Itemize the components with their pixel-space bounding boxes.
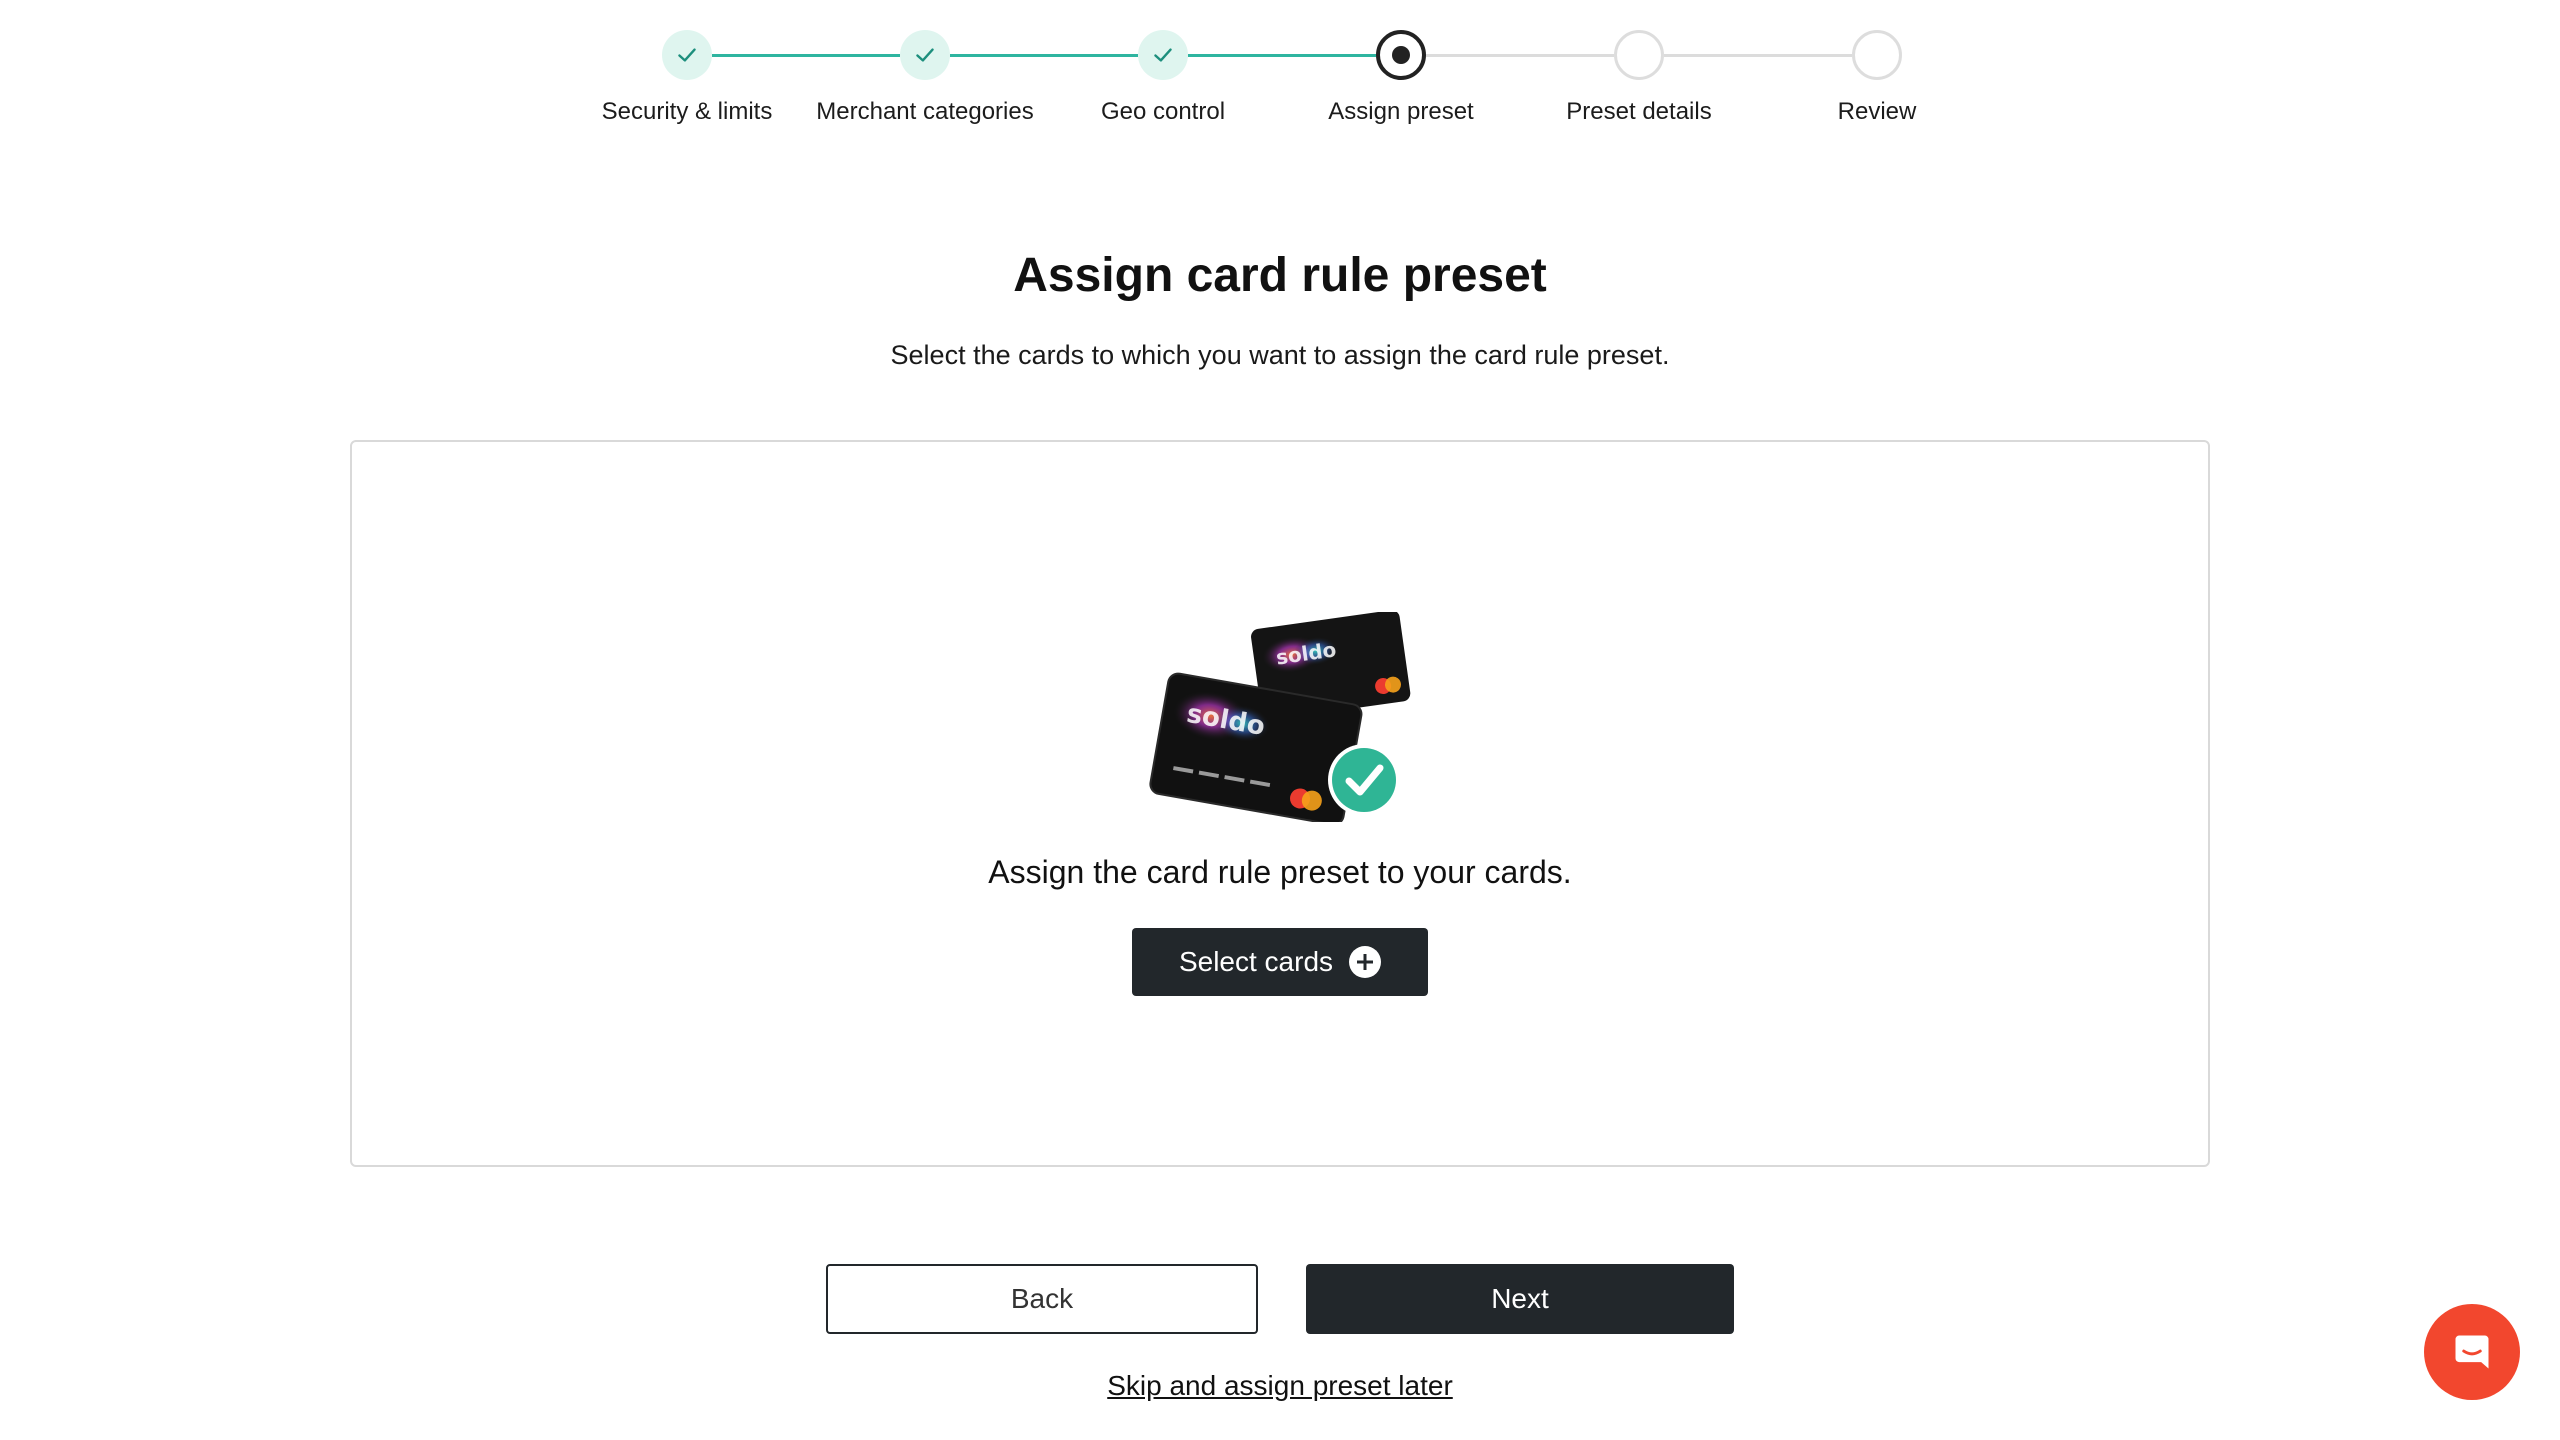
step-merchant-categories[interactable]: Merchant categories bbox=[795, 30, 1055, 126]
chat-icon bbox=[2455, 1335, 2489, 1369]
step-label: Preset details bbox=[1566, 98, 1712, 125]
page-title: Assign card rule preset bbox=[1013, 249, 1547, 302]
step-label: Assign preset bbox=[1328, 98, 1474, 125]
step-label: Security & limits bbox=[601, 98, 773, 125]
chat-launcher-button[interactable] bbox=[2424, 1304, 2520, 1400]
select-cards-button[interactable]: Select cards bbox=[1132, 928, 1428, 996]
step-done-circle bbox=[1138, 30, 1188, 80]
plus-circle-icon bbox=[1349, 946, 1382, 978]
step-pending-circle bbox=[1852, 30, 1902, 80]
check-icon bbox=[1154, 48, 1172, 62]
select-cards-label: Select cards bbox=[1178, 946, 1334, 977]
step-pending-circle bbox=[1614, 30, 1664, 80]
step-review[interactable]: Review bbox=[1747, 30, 2007, 126]
assign-message: Assign the card rule preset to your card… bbox=[988, 854, 1572, 890]
check-icon bbox=[916, 48, 934, 62]
check-icon bbox=[678, 48, 696, 62]
step-security-limits[interactable]: Security & limits bbox=[557, 30, 817, 126]
step-done-circle bbox=[662, 30, 712, 80]
next-button[interactable]: Next bbox=[1306, 1264, 1734, 1334]
step-active-circle bbox=[1376, 30, 1426, 80]
step-geo-control[interactable]: Geo control bbox=[1033, 30, 1293, 126]
cards-check-icon: soldo soldo bbox=[1142, 610, 1422, 826]
page: Security & limits Merchant categories Ge… bbox=[0, 0, 2560, 1440]
step-preset-details[interactable]: Preset details bbox=[1509, 30, 1769, 126]
step-assign-preset[interactable]: Assign preset bbox=[1271, 30, 1531, 126]
skip-assign-link[interactable]: Skip and assign preset later bbox=[0, 1370, 2560, 1402]
back-button[interactable]: Back bbox=[826, 1264, 1258, 1334]
active-dot-icon bbox=[1392, 46, 1410, 64]
step-done-circle bbox=[900, 30, 950, 80]
page-subtitle: Select the cards to which you want to as… bbox=[890, 340, 1670, 370]
assign-cards-panel: soldo soldo Assign the card rule preset … bbox=[350, 440, 2210, 1167]
step-label: Geo control bbox=[1100, 98, 1226, 125]
step-label: Merchant categories bbox=[816, 98, 1034, 125]
stepper: Security & limits Merchant categories Ge… bbox=[0, 30, 2560, 140]
step-label: Review bbox=[1837, 98, 1917, 125]
